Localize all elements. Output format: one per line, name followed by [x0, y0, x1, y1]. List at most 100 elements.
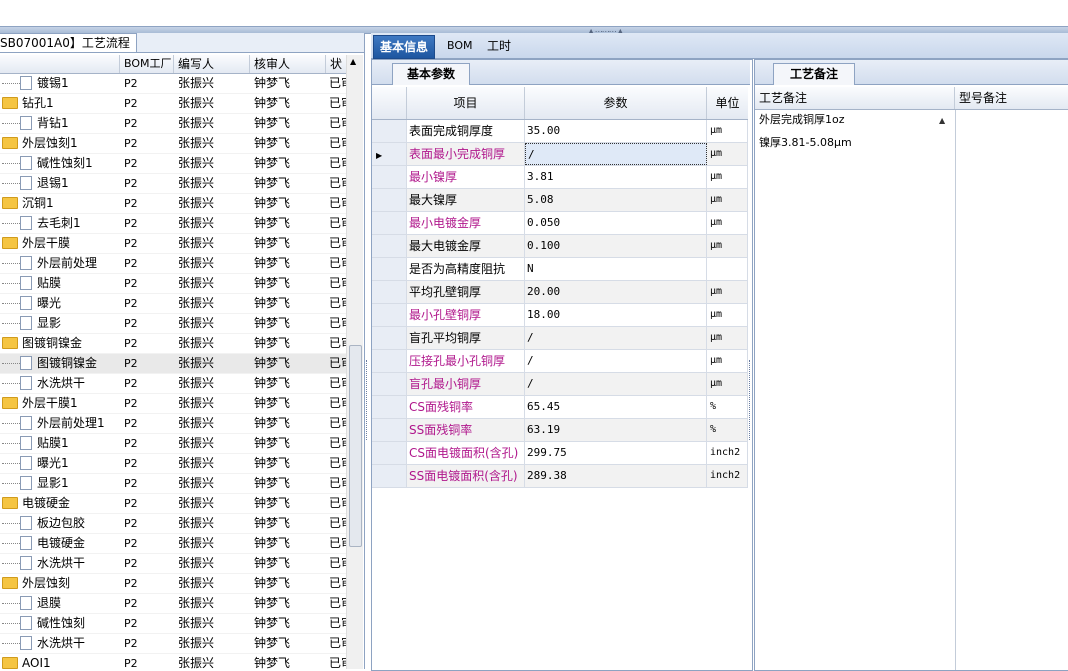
- param-row[interactable]: 是否为高精度阻抗 N: [372, 258, 748, 281]
- tree-row[interactable]: 背钻1 P2 张振兴 钟梦飞 已审: [0, 114, 346, 134]
- param-row[interactable]: ▶ 表面最小完成铜厚 / μm: [372, 143, 748, 166]
- tree-row[interactable]: 水洗烘干 P2 张振兴 钟梦飞 已审: [0, 554, 346, 574]
- header-writer[interactable]: 编写人: [174, 55, 250, 73]
- tree-row[interactable]: 钻孔1 P2 张振兴 钟梦飞 已审: [0, 94, 346, 114]
- tree-row[interactable]: 外层干膜1 P2 张振兴 钟梦飞 已审: [0, 394, 346, 414]
- tree-row[interactable]: 外层干膜 P2 张振兴 钟梦飞 已审: [0, 234, 346, 254]
- tree-row[interactable]: 电镀硬金 P2 张振兴 钟梦飞 已审: [0, 494, 346, 514]
- tree-row[interactable]: 板边包胶 P2 张振兴 钟梦飞 已审: [0, 514, 346, 534]
- row-indicator[interactable]: [372, 235, 407, 257]
- row-indicator[interactable]: [372, 396, 407, 418]
- row-indicator[interactable]: [372, 465, 407, 487]
- header-value[interactable]: 参数: [525, 87, 707, 119]
- tab-bom[interactable]: BOM: [441, 35, 479, 57]
- row-indicator[interactable]: [372, 442, 407, 464]
- header-reviewer[interactable]: 核审人: [250, 55, 326, 73]
- param-row[interactable]: CS面残铜率 65.45%: [372, 396, 748, 419]
- tree-row[interactable]: 曝光1 P2 张振兴 钟梦飞 已审: [0, 454, 346, 474]
- param-unit: [707, 258, 748, 280]
- row-indicator[interactable]: [372, 350, 407, 372]
- tree-row[interactable]: 贴膜1 P2 张振兴 钟梦飞 已审: [0, 434, 346, 454]
- param-value[interactable]: 35.00: [525, 120, 707, 142]
- param-value[interactable]: 18.00: [525, 304, 707, 326]
- tree-row[interactable]: 外层蚀刻1 P2 张振兴 钟梦飞 已审: [0, 134, 346, 154]
- tree-row[interactable]: 显影 P2 张振兴 钟梦飞 已审: [0, 314, 346, 334]
- tree-row[interactable]: 曝光 P2 张振兴 钟梦飞 已审: [0, 294, 346, 314]
- row-indicator[interactable]: [372, 166, 407, 188]
- param-value[interactable]: 0.050: [525, 212, 707, 234]
- header-bom[interactable]: BOM工厂: [120, 55, 174, 73]
- tree-row[interactable]: 沉铜1 P2 张振兴 钟梦飞 已审: [0, 194, 346, 214]
- param-value[interactable]: 0.100: [525, 235, 707, 257]
- row-indicator[interactable]: [372, 281, 407, 303]
- tree-row[interactable]: 镀锡1 P2 张振兴 钟梦飞 已审: [0, 74, 346, 94]
- param-value[interactable]: N: [525, 258, 707, 280]
- param-name: 盲孔平均铜厚: [407, 327, 525, 349]
- row-indicator[interactable]: [372, 258, 407, 280]
- row-indicator[interactable]: [372, 373, 407, 395]
- param-name: 压接孔最小孔铜厚: [407, 350, 525, 372]
- param-value[interactable]: /: [525, 350, 707, 372]
- header-name-col[interactable]: [0, 55, 120, 73]
- row-indicator[interactable]: ▶: [372, 143, 407, 165]
- tree-row[interactable]: 图镀铜镍金 P2 张振兴 钟梦飞 已审: [0, 334, 346, 354]
- row-indicator[interactable]: [372, 212, 407, 234]
- param-value[interactable]: 5.08: [525, 189, 707, 211]
- tree-row[interactable]: 碱性蚀刻 P2 张振兴 钟梦飞 已审: [0, 614, 346, 634]
- note-scroll-up-icon[interactable]: ▲: [939, 116, 945, 125]
- param-value[interactable]: /: [525, 327, 707, 349]
- tab-basic-params[interactable]: 基本参数: [392, 63, 471, 85]
- param-row[interactable]: 盲孔平均铜厚 / μm: [372, 327, 748, 350]
- tree-row[interactable]: 退膜 P2 张振兴 钟梦飞 已审: [0, 594, 346, 614]
- param-row[interactable]: 平均孔壁铜厚 20.00 μm: [372, 281, 748, 304]
- param-row[interactable]: 最小孔壁铜厚 18.00 μm: [372, 304, 748, 327]
- tree-row[interactable]: 显影1 P2 张振兴 钟梦飞 已审: [0, 474, 346, 494]
- param-value[interactable]: 299.75: [525, 442, 707, 464]
- tree-row[interactable]: 外层前处理1 P2 张振兴 钟梦飞 已审: [0, 414, 346, 434]
- param-row[interactable]: SS面电镀面积(含孔) 289.38 inch2: [372, 465, 748, 488]
- tree-row[interactable]: 水洗烘干 P2 张振兴 钟梦飞 已审: [0, 374, 346, 394]
- row-indicator[interactable]: [372, 189, 407, 211]
- param-value[interactable]: 289.38: [525, 465, 707, 487]
- scroll-thumb[interactable]: [349, 345, 362, 547]
- param-row[interactable]: 最小电镀金厚 0.050 μm: [372, 212, 748, 235]
- param-row[interactable]: 压接孔最小孔铜厚 / μm: [372, 350, 748, 373]
- param-row[interactable]: CS面电镀面积(含孔) 299.75 inch2: [372, 442, 748, 465]
- param-value[interactable]: 20.00: [525, 281, 707, 303]
- left-vertical-scrollbar[interactable]: ▲: [346, 55, 363, 669]
- header-unit[interactable]: 单位: [707, 87, 748, 119]
- header-status[interactable]: 状: [326, 55, 346, 73]
- tab-basic-info[interactable]: 基本信息: [373, 35, 436, 59]
- tree-row[interactable]: 去毛刺1 P2 张振兴 钟梦飞 已审: [0, 214, 346, 234]
- tree-row[interactable]: 外层蚀刻 P2 张振兴 钟梦飞 已审: [0, 574, 346, 594]
- tab-process-flow[interactable]: SB07001A0】工艺流程: [0, 33, 137, 53]
- row-indicator[interactable]: [372, 304, 407, 326]
- param-row[interactable]: 最大电镀金厚 0.100 μm: [372, 235, 748, 258]
- row-indicator[interactable]: [372, 120, 407, 142]
- param-row[interactable]: 表面完成铜厚度 35.00 μm: [372, 120, 748, 143]
- param-row[interactable]: SS面残铜率 63.19%: [372, 419, 748, 442]
- scroll-up-icon[interactable]: ▲: [350, 57, 356, 66]
- header-item[interactable]: 项目: [407, 87, 525, 119]
- param-value[interactable]: 65.45: [525, 396, 707, 418]
- param-row[interactable]: 最小镍厚 3.81 μm: [372, 166, 748, 189]
- tab-process-notes[interactable]: 工艺备注: [773, 63, 856, 85]
- param-value[interactable]: 63.19: [525, 419, 707, 441]
- tree-row[interactable]: 碱性蚀刻1 P2 张振兴 钟梦飞 已审: [0, 154, 346, 174]
- tree-row[interactable]: 水洗烘干 P2 张振兴 钟梦飞 已审: [0, 634, 346, 654]
- param-value[interactable]: 3.81: [525, 166, 707, 188]
- row-indicator[interactable]: [372, 419, 407, 441]
- process-note-text[interactable]: 外层完成铜厚1oz 镍厚3.81-5.08μm: [755, 110, 956, 670]
- tree-row[interactable]: AOI1 P2 张振兴 钟梦飞 已审: [0, 654, 346, 669]
- tree-row[interactable]: 图镀铜镍金 P2 张振兴 钟梦飞 已审: [0, 354, 346, 374]
- tab-work-hours[interactable]: 工时: [481, 35, 517, 57]
- param-row[interactable]: 盲孔最小铜厚 / μm: [372, 373, 748, 396]
- tree-row[interactable]: 贴膜 P2 张振兴 钟梦飞 已审: [0, 274, 346, 294]
- tree-row[interactable]: 外层前处理 P2 张振兴 钟梦飞 已审: [0, 254, 346, 274]
- row-indicator[interactable]: [372, 327, 407, 349]
- param-value[interactable]: /: [525, 373, 707, 395]
- param-value[interactable]: /: [525, 143, 707, 165]
- tree-row[interactable]: 退锡1 P2 张振兴 钟梦飞 已审: [0, 174, 346, 194]
- tree-row[interactable]: 电镀硬金 P2 张振兴 钟梦飞 已审: [0, 534, 346, 554]
- param-row[interactable]: 最大镍厚 5.08 μm: [372, 189, 748, 212]
